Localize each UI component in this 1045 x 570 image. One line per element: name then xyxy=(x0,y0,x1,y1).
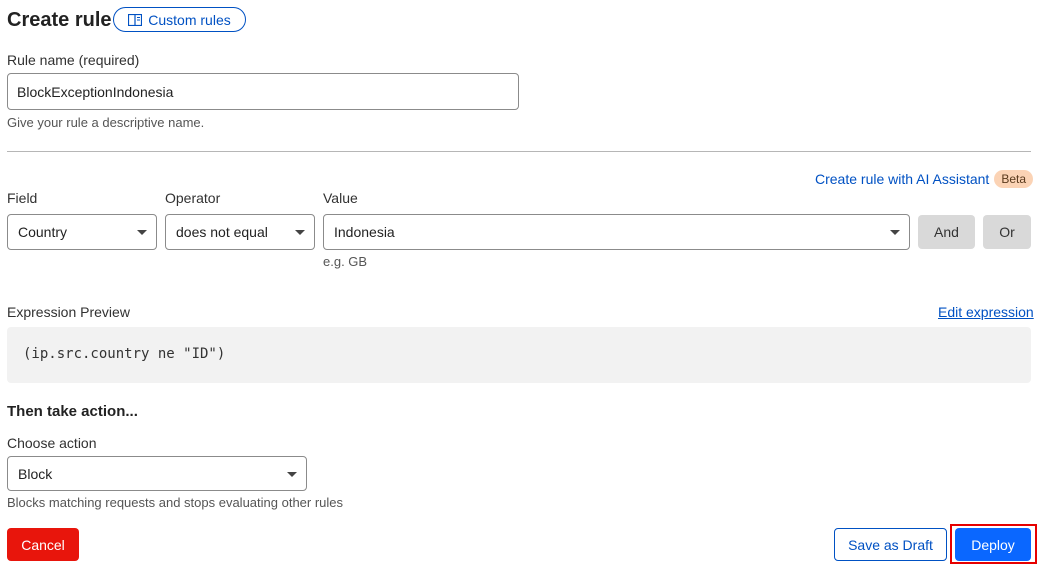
rule-name-input[interactable] xyxy=(7,73,519,110)
cancel-button[interactable]: Cancel xyxy=(7,528,79,561)
beta-badge: Beta xyxy=(994,170,1033,188)
value-hint: e.g. GB xyxy=(323,254,368,269)
divider xyxy=(7,151,1031,152)
field-select-value: Country xyxy=(18,224,68,240)
action-select-value: Block xyxy=(18,465,53,482)
edit-expression-link[interactable]: Edit expression xyxy=(938,304,1034,320)
and-button[interactable]: And xyxy=(918,215,975,249)
ai-assistant-row: Create rule with AI Assistant Beta xyxy=(815,170,1033,188)
deploy-button[interactable]: Deploy xyxy=(955,528,1031,561)
action-section-title: Then take action... xyxy=(7,403,138,420)
expression-preview: (ip.src.country ne "ID") xyxy=(7,327,1031,383)
rule-name-label: Rule name (required) xyxy=(7,52,140,68)
chevron-down-icon xyxy=(295,230,305,235)
choose-action-label: Choose action xyxy=(7,435,97,451)
book-icon xyxy=(128,13,143,26)
page-title: Create rule xyxy=(7,9,112,31)
action-helper: Blocks matching requests and stops evalu… xyxy=(7,495,344,510)
save-as-draft-button[interactable]: Save as Draft xyxy=(834,528,947,561)
expression-preview-label: Expression Preview xyxy=(7,304,130,320)
rule-name-helper: Give your rule a descriptive name. xyxy=(7,115,205,130)
value-select[interactable]: Indonesia xyxy=(323,214,910,250)
value-label: Value xyxy=(323,190,358,206)
action-select[interactable]: Block xyxy=(7,456,307,491)
operator-label: Operator xyxy=(165,190,221,206)
custom-rules-label: Custom rules xyxy=(148,11,231,28)
chevron-down-icon xyxy=(890,230,900,235)
chevron-down-icon xyxy=(287,472,297,477)
operator-select-value: does not equal xyxy=(176,224,268,240)
field-label: Field xyxy=(7,190,38,206)
field-select[interactable]: Country xyxy=(7,214,157,250)
custom-rules-button[interactable]: Custom rules xyxy=(113,7,246,32)
ai-assistant-link[interactable]: Create rule with AI Assistant xyxy=(815,171,989,187)
operator-select[interactable]: does not equal xyxy=(165,214,315,250)
chevron-down-icon xyxy=(137,230,147,235)
value-select-value: Indonesia xyxy=(334,224,395,240)
or-button[interactable]: Or xyxy=(983,215,1031,249)
